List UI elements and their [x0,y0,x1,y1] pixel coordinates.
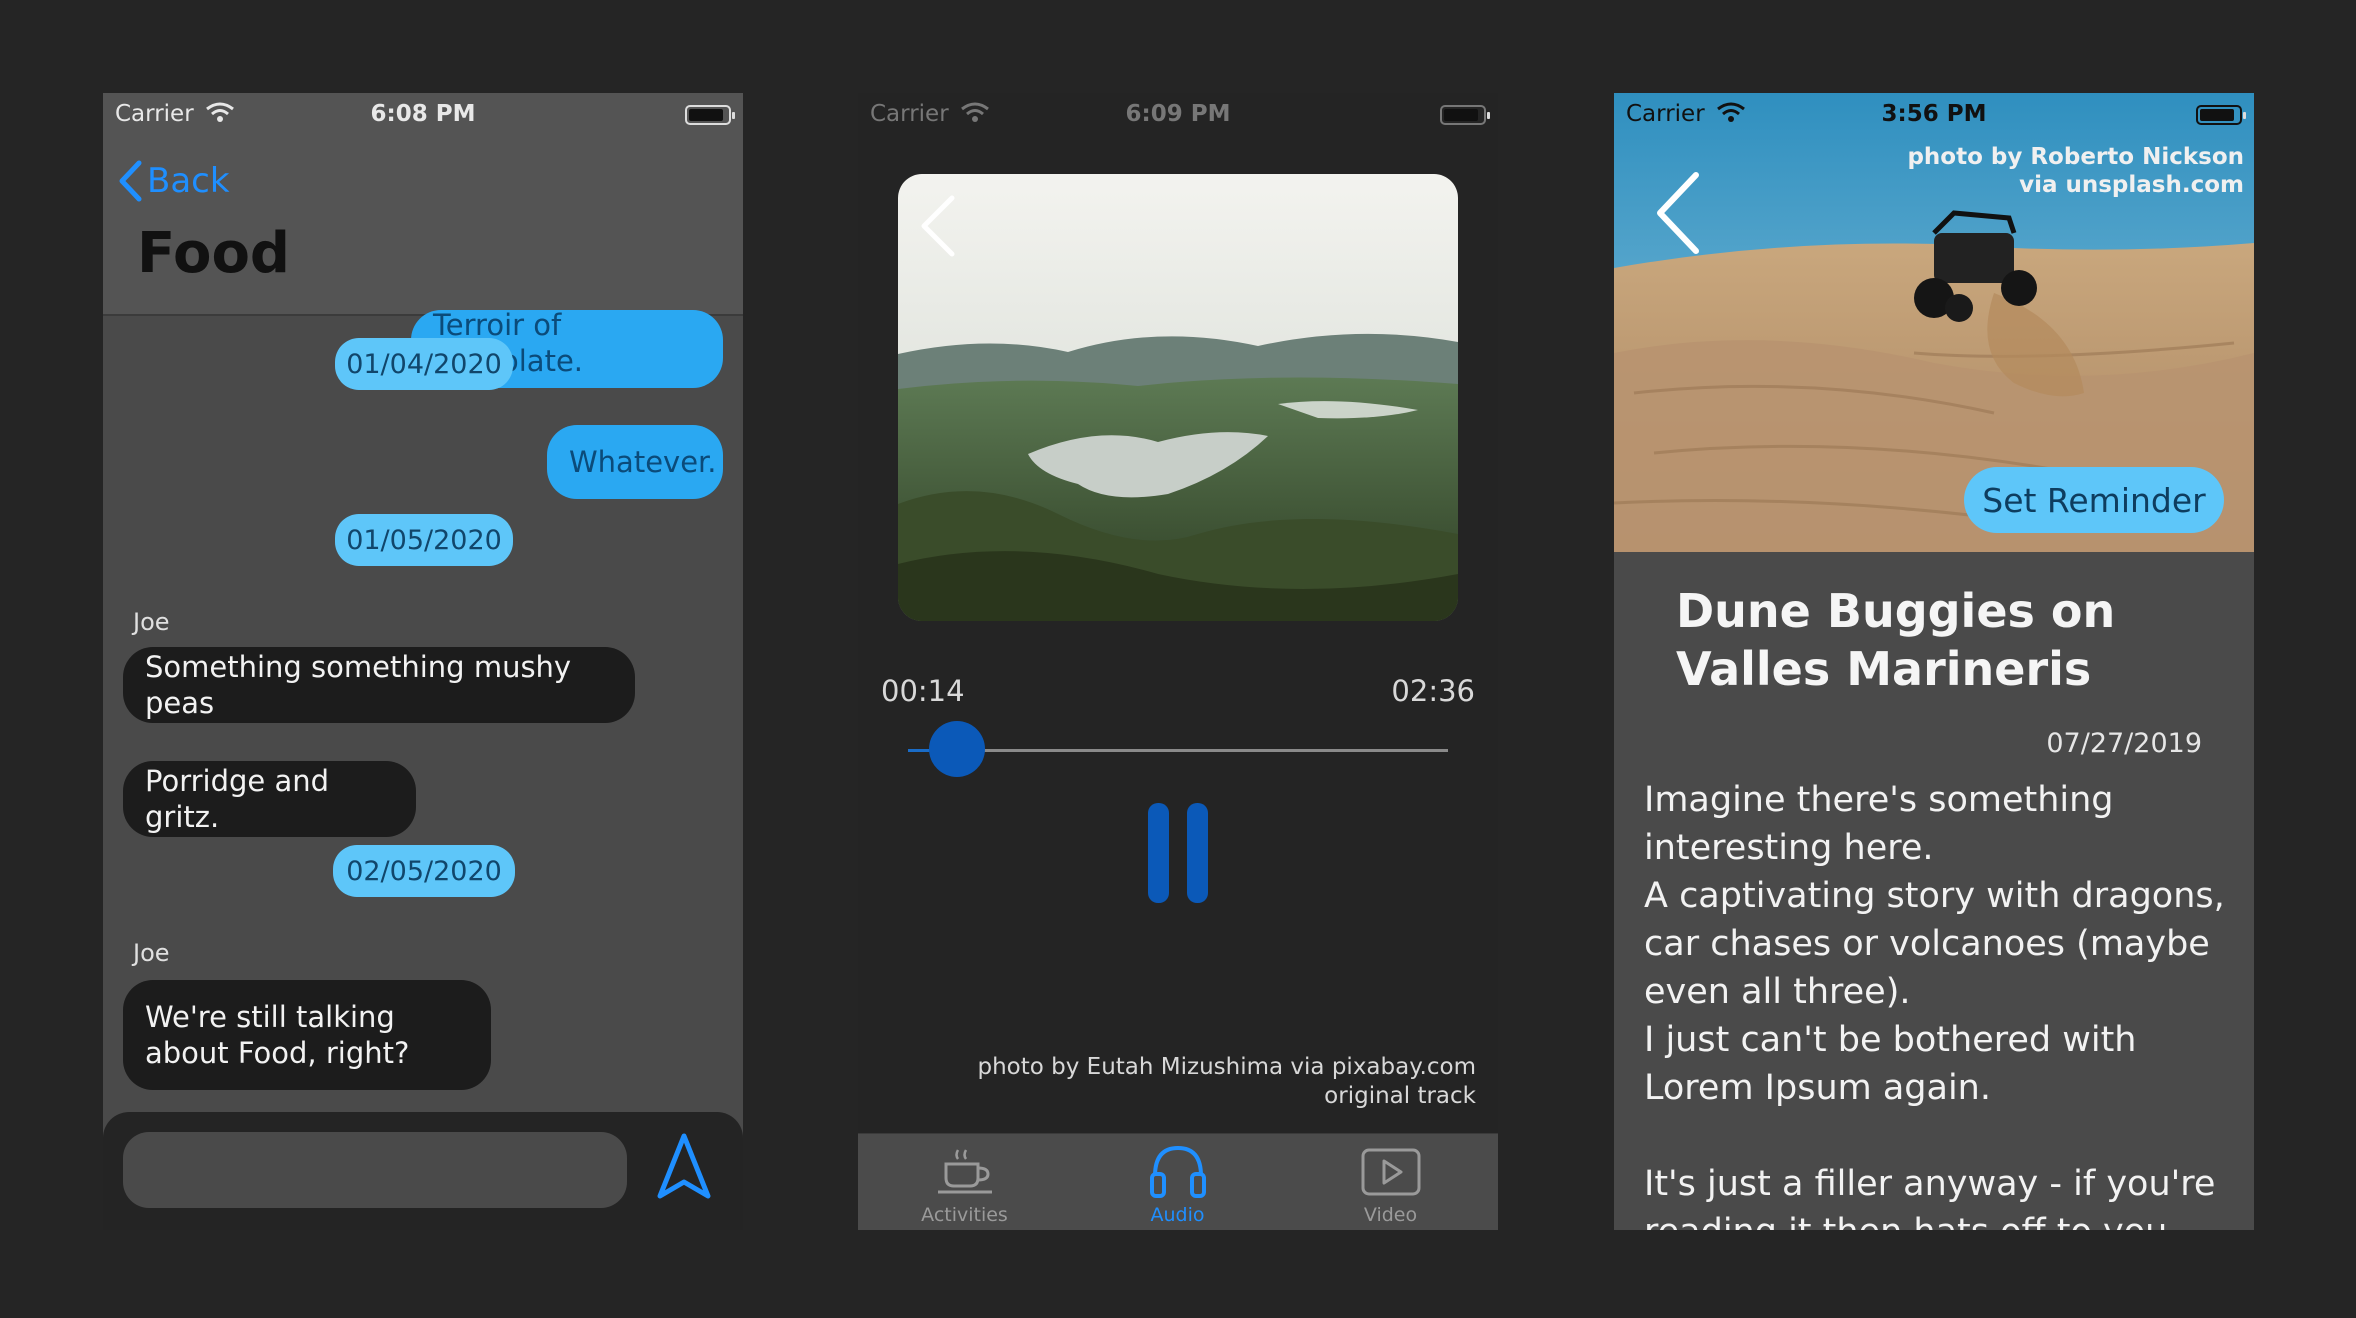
message-list[interactable]: Terroir of chocolate. 01/04/2020 Whateve… [103,308,743,1230]
back-label: Back [147,161,230,201]
pause-icon [1187,803,1208,903]
headphones-icon [1149,1145,1206,1198]
sender-name: Joe [133,939,170,967]
coffee-cup-icon [937,1149,992,1194]
tab-label: Audio [1150,1204,1205,1226]
status-time: 6:09 PM [1125,101,1231,127]
message-bubble-incoming[interactable]: Porridge and gritz. [123,761,416,837]
play-icon [1361,1148,1420,1196]
article-date: 07/27/2019 [2046,728,2202,759]
back-button[interactable]: Back [117,151,230,211]
status-bar: Carrier 6:08 PM [103,93,743,139]
back-button[interactable] [918,194,958,262]
page-title: Food [137,221,291,286]
article-body: Dune Buggies on Valles Marineris 07/27/2… [1614,552,2254,1230]
status-bar: Carrier 6:09 PM [858,93,1498,139]
status-bar: Carrier 3:56 PM [1614,93,2254,139]
album-cover-image [898,174,1458,621]
article-title: Dune Buggies on Valles Marineris [1676,584,2116,696]
date-separator: 01/04/2020 [335,338,513,390]
message-bubble-incoming[interactable]: Something something mushy peas [123,647,635,723]
chat-screen: Carrier 6:08 PM Back Food Terroir of cho… [103,93,743,1230]
date-separator: 01/05/2020 [335,514,513,566]
chevron-left-icon [119,160,142,202]
photo-credit: photo by Roberto Nickson via unsplash.co… [1907,143,2244,199]
battery-icon [685,105,735,125]
tab-bar: Activities Audio Video [858,1133,1498,1230]
status-time: 3:56 PM [1881,101,1987,127]
audio-credit: photo by Eutah Mizushima via pixabay.com… [978,1053,1477,1111]
pause-button[interactable] [1148,803,1208,903]
tab-label: Video [1363,1204,1418,1226]
tab-audio[interactable]: Audio [1071,1134,1284,1230]
photo-credit-author: photo by Roberto Nickson [1907,144,2244,170]
date-separator: 02/05/2020 [333,845,515,897]
photo-credit: photo by Eutah Mizushima via pixabay.com [977,1054,1477,1080]
playback-slider[interactable] [908,721,1448,777]
sender-name: Joe [133,608,170,636]
total-time: 02:36 [1391,674,1475,708]
send-button[interactable] [655,1132,713,1206]
pause-icon [1148,803,1169,903]
tab-activities[interactable]: Activities [858,1134,1071,1230]
send-arrow-icon [657,1133,711,1199]
tab-video[interactable]: Video [1284,1134,1497,1230]
audio-screen: Carrier 6:09 PM 00:14 02:36 photo by Eut… [858,93,1498,1230]
current-time: 00:14 [881,674,965,708]
message-bubble-incoming[interactable]: We're still talking about Food, right? [123,980,491,1090]
message-input[interactable] [123,1132,627,1208]
tab-label: Activities [921,1204,1008,1226]
battery-icon [2196,105,2246,125]
photo-credit-source: via unsplash.com [2019,172,2244,198]
slider-thumb[interactable] [928,721,985,777]
battery-icon [1440,105,1490,125]
message-text: Whatever. [569,445,717,479]
back-button[interactable] [1654,171,1702,259]
article-text: Imagine there's something interesting he… [1644,780,2225,1230]
message-bubble-outgoing[interactable]: Whatever. [547,425,723,499]
hero-image: photo by Roberto Nickson via unsplash.co… [1614,93,2254,552]
track-credit: original track [1324,1083,1476,1109]
chevron-left-icon [1657,172,1699,254]
set-reminder-button[interactable]: Set Reminder [1964,467,2224,533]
jungle-lake-photo [898,174,1458,621]
status-time: 6:08 PM [370,101,476,127]
message-text: We're still talking about Food, right? [145,1000,410,1070]
article-screen: photo by Roberto Nickson via unsplash.co… [1614,93,2254,1230]
message-text: Something something mushy peas [145,650,572,720]
chat-header: Carrier 6:08 PM Back Food [103,93,743,316]
message-text: Porridge and gritz. [145,764,330,834]
composer [103,1112,743,1230]
chevron-left-icon [921,195,955,257]
